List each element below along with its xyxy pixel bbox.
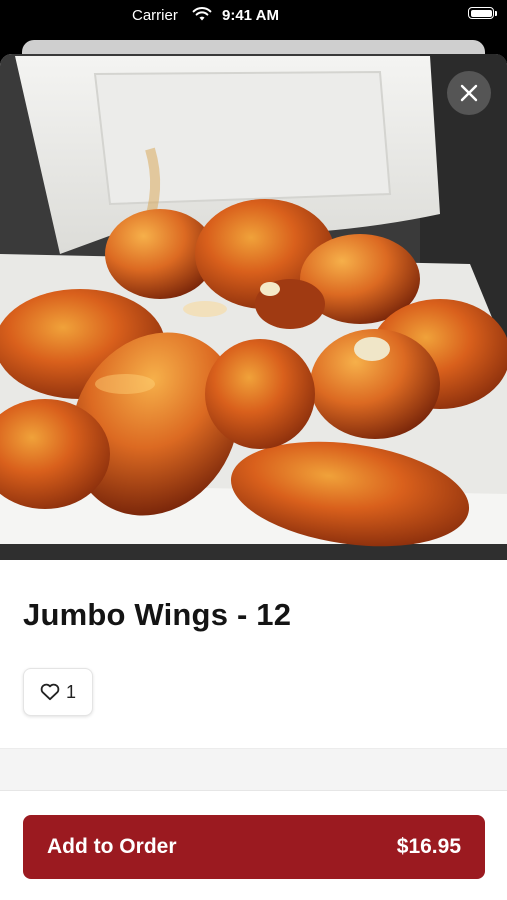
status-time: 9:41 AM bbox=[222, 7, 279, 24]
order-footer: Add to Order $16.95 bbox=[0, 790, 507, 900]
item-price: $16.95 bbox=[396, 835, 461, 858]
close-button[interactable] bbox=[447, 71, 491, 115]
section-divider bbox=[0, 748, 507, 791]
food-image bbox=[0, 54, 507, 560]
carrier-label: Carrier bbox=[132, 7, 178, 24]
like-button[interactable]: 1 bbox=[23, 668, 93, 716]
battery-icon bbox=[468, 7, 494, 19]
close-icon bbox=[460, 84, 478, 102]
add-to-order-label: Add to Order bbox=[47, 835, 177, 858]
item-title: Jumbo Wings - 12 bbox=[23, 597, 292, 632]
status-bar: Carrier 9:41 AM bbox=[0, 0, 507, 32]
battery-tip bbox=[495, 11, 497, 16]
item-detail-sheet: Jumbo Wings - 12 1 Add to Order $16.95 bbox=[0, 54, 507, 900]
add-to-order-button[interactable]: Add to Order $16.95 bbox=[23, 815, 485, 879]
like-count: 1 bbox=[65, 681, 76, 702]
wifi-icon bbox=[192, 7, 212, 21]
heart-icon bbox=[40, 683, 60, 701]
